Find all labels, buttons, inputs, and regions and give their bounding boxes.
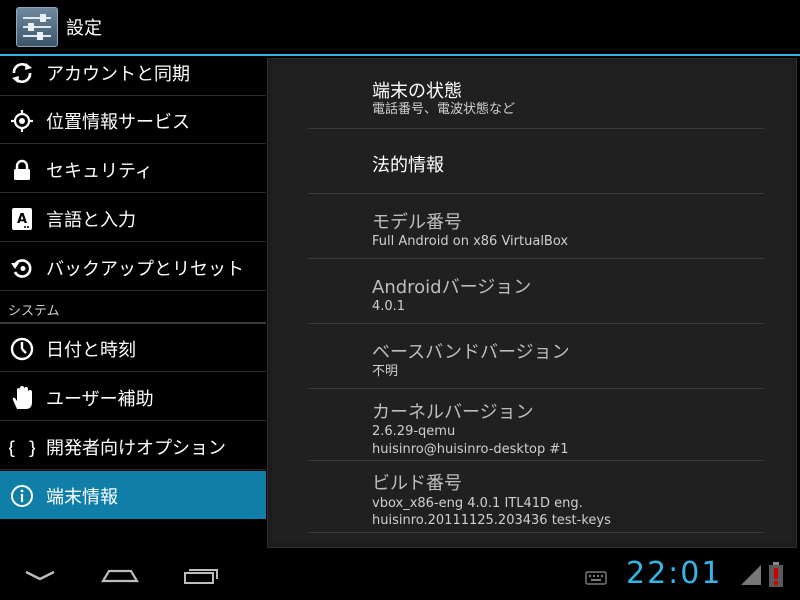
row-value: Full Android on x86 VirtualBox xyxy=(372,234,569,249)
row-summary: 電話番号、電波状態など xyxy=(372,102,516,117)
sync-icon xyxy=(9,60,35,86)
svg-text:{ }: { } xyxy=(9,438,35,459)
section-header-system: システム xyxy=(0,294,266,324)
keyboard-icon[interactable] xyxy=(585,570,607,589)
row-value: 不明 xyxy=(372,364,399,379)
menu-item-label: 言語と入力 xyxy=(46,210,136,231)
row-value-line: 2.6.29-qemu xyxy=(372,424,456,439)
menu-item-backup-reset[interactable]: バックアップとリセット xyxy=(0,243,266,291)
menu-item-about-device[interactable]: 端末情報 xyxy=(0,471,266,519)
list-item-legal-info[interactable]: 法的情報 xyxy=(308,129,764,194)
row-title: 法的情報 xyxy=(372,155,444,176)
menu-item-label: セキュリティ xyxy=(46,161,153,182)
system-bar: 22:01 xyxy=(0,548,800,600)
row-title: カーネルバージョン xyxy=(372,402,534,423)
list-item-device-status[interactable]: 端末の状態 電話番号、電波状態など xyxy=(308,63,764,129)
language-icon: A xyxy=(9,206,35,232)
braces-icon: { } xyxy=(6,434,39,460)
row-title: 端末の状態 xyxy=(372,81,462,102)
menu-item-developer-options[interactable]: { } 開発者向けオプション xyxy=(0,422,266,470)
backup-icon xyxy=(9,255,35,281)
info-icon xyxy=(9,483,35,509)
clock-icon xyxy=(9,336,35,362)
menu-item-date-time[interactable]: 日付と時刻 xyxy=(0,324,266,372)
menu-item-label: バックアップとリセット xyxy=(46,259,244,280)
row-title: ベースバンドバージョン xyxy=(372,342,570,363)
menu-item-security[interactable]: セキュリティ xyxy=(0,145,266,193)
clock[interactable]: 22:01 xyxy=(626,556,722,591)
section-header-label: システム xyxy=(8,304,60,319)
lock-icon xyxy=(9,157,35,183)
menu-item-label: 日付と時刻 xyxy=(46,340,136,361)
svg-text:A: A xyxy=(17,212,27,227)
menu-item-label: 開発者向けオプション xyxy=(46,438,226,459)
about-device-panel: 端末の状態 電話番号、電波状態など 法的情報 モデル番号 Full Androi… xyxy=(267,58,797,548)
settings-app-icon[interactable] xyxy=(16,7,58,47)
about-device-list: 端末の状態 電話番号、電波状態など 法的情報 モデル番号 Full Androi… xyxy=(272,63,792,543)
row-value: 4.0.1 xyxy=(372,299,406,314)
menu-item-location[interactable]: 位置情報サービス xyxy=(0,96,266,144)
menu-item-language-input[interactable]: A 言語と入力 xyxy=(0,194,266,242)
list-item-baseband-version: ベースバンドバージョン 不明 xyxy=(308,324,764,389)
settings-menu: アカウントと同期 位置情報サービス セキュリティ A 言語と入力 バックアップと… xyxy=(0,56,266,548)
row-value-line: vbox_x86-eng 4.0.1 ITL41D eng. xyxy=(372,496,583,511)
row-title: モデル番号 xyxy=(372,212,462,233)
home-button[interactable] xyxy=(100,560,140,590)
app-title: 設定 xyxy=(66,18,102,39)
menu-item-accessibility[interactable]: ユーザー補助 xyxy=(0,373,266,421)
back-icon xyxy=(25,570,55,581)
menu-item-label: 端末情報 xyxy=(46,487,118,508)
recent-apps-button[interactable] xyxy=(182,560,220,590)
list-item-build-number[interactable]: ビルド番号 vbox_x86-eng 4.0.1 ITL41D eng. hui… xyxy=(308,461,764,533)
list-item-android-version[interactable]: Androidバージョン 4.0.1 xyxy=(308,259,764,324)
list-item-model-number: モデル番号 Full Android on x86 VirtualBox xyxy=(308,194,764,259)
recent-apps-icon xyxy=(184,569,218,584)
menu-item-label: 位置情報サービス xyxy=(46,112,190,133)
row-title: Androidバージョン xyxy=(372,277,532,298)
row-value-line: huisinro.20111125.203436 test-keys xyxy=(372,513,611,528)
battery-alert-icon xyxy=(768,562,784,592)
location-icon xyxy=(9,108,35,134)
menu-item-accounts-sync[interactable]: アカウントと同期 xyxy=(0,48,266,96)
list-item-kernel-version: カーネルバージョン 2.6.29-qemu huisinro@huisinro-… xyxy=(308,389,764,461)
row-title: ビルド番号 xyxy=(372,473,462,494)
row-value-line: huisinro@huisinro-desktop #1 xyxy=(372,442,569,457)
back-button[interactable] xyxy=(22,560,58,590)
menu-item-label: ユーザー補助 xyxy=(46,389,154,410)
hand-icon xyxy=(9,385,35,411)
menu-item-label: アカウントと同期 xyxy=(46,64,190,85)
signal-icon xyxy=(740,564,762,590)
home-icon xyxy=(101,569,139,583)
